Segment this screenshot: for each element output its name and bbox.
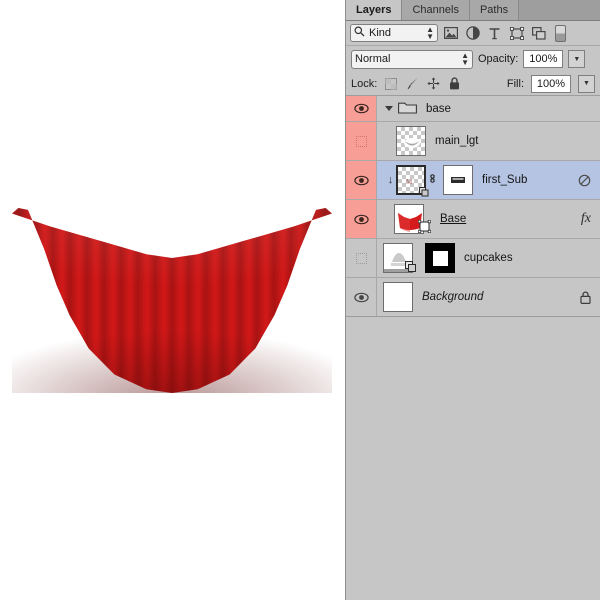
- tab-layers[interactable]: Layers: [346, 0, 402, 20]
- layer-thumbnail-wrap[interactable]: M: [396, 165, 426, 195]
- visibility-toggle[interactable]: [346, 122, 377, 160]
- lock-fill-row: Lock: Fill: 100% ▼: [346, 72, 600, 96]
- layer-mask-thumbnail[interactable]: [443, 165, 473, 195]
- layer-name[interactable]: Base: [440, 213, 466, 225]
- visibility-toggle[interactable]: [346, 278, 377, 316]
- wrapper-body-shape: [12, 208, 332, 393]
- search-icon: [354, 26, 365, 40]
- shape-layer-filter-icon[interactable]: [507, 24, 526, 43]
- fill-label: Fill:: [507, 78, 524, 90]
- layer-list: base main_lgt: [346, 96, 600, 317]
- vector-mask-badge-icon: [418, 220, 431, 233]
- chevron-updown-icon[interactable]: ▲▼: [426, 26, 434, 40]
- layer-filter-bar: Kind ▲▼: [346, 21, 600, 46]
- layer-name[interactable]: main_lgt: [435, 135, 478, 147]
- layer-name[interactable]: cupcakes: [464, 252, 513, 264]
- lock-label: Lock:: [351, 78, 377, 90]
- visibility-toggle[interactable]: [346, 200, 377, 238]
- smart-object-badge-icon: [419, 187, 429, 197]
- opacity-dropdown-button[interactable]: ▼: [568, 50, 585, 68]
- smart-object-filter-icon[interactable]: [529, 24, 548, 43]
- pixel-layer-filter-icon[interactable]: [441, 24, 460, 43]
- red-cupcake-wrapper-artwork: [12, 208, 332, 393]
- blend-mode-select[interactable]: Normal ▲▼: [351, 50, 473, 69]
- fill-input[interactable]: 100%: [531, 75, 571, 93]
- lock-image-pixels-icon[interactable]: [405, 77, 419, 91]
- document-canvas[interactable]: [0, 0, 345, 600]
- lock-transparency-icon[interactable]: [384, 77, 398, 91]
- opacity-input[interactable]: 100%: [523, 50, 563, 68]
- layer-row-base[interactable]: Base fx: [346, 200, 600, 239]
- layer-row-main-lgt[interactable]: main_lgt: [346, 122, 600, 161]
- layer-name[interactable]: first_Sub: [482, 174, 527, 186]
- opacity-label: Opacity:: [478, 53, 518, 65]
- tab-paths[interactable]: Paths: [470, 0, 519, 20]
- lock-all-icon[interactable]: [447, 77, 461, 91]
- eye-hidden-icon: [356, 253, 367, 264]
- blend-mode-value: Normal: [355, 53, 461, 65]
- layer-effects-fx-icon[interactable]: fx: [581, 211, 591, 227]
- lock-icon: [580, 291, 591, 304]
- filter-kind-label: Kind: [369, 27, 422, 39]
- visibility-toggle[interactable]: [346, 161, 377, 199]
- fill-dropdown-button[interactable]: ▼: [578, 75, 595, 93]
- layer-name[interactable]: Background: [422, 291, 483, 303]
- group-expand-triangle-icon[interactable]: [385, 106, 393, 111]
- link-layers-icon[interactable]: [426, 172, 438, 188]
- visibility-toggle[interactable]: [346, 239, 377, 277]
- transparent-glow-thumbnail[interactable]: [396, 126, 426, 156]
- layer-row-cupcakes[interactable]: cupcakes: [346, 239, 600, 278]
- layer-name[interactable]: base: [426, 103, 451, 115]
- eye-icon: [354, 292, 369, 303]
- clipping-mask-arrow-icon: ↓: [385, 174, 396, 186]
- eye-icon: [354, 214, 369, 225]
- layers-panel: Layers Channels Paths Kind ▲▼: [345, 0, 600, 600]
- filter-kind-select[interactable]: Kind ▲▼: [350, 24, 438, 42]
- layer-row-first-sub[interactable]: ↓ M first_Sub: [346, 161, 600, 200]
- vector-mask-indicator-icon[interactable]: [578, 174, 591, 187]
- visibility-toggle[interactable]: [346, 96, 377, 121]
- layer-thumbnail-wrap[interactable]: [383, 243, 413, 273]
- layer-row-background[interactable]: Background: [346, 278, 600, 317]
- type-layer-filter-icon[interactable]: [485, 24, 504, 43]
- photoshop-window: Layers Channels Paths Kind ▲▼: [0, 0, 600, 600]
- eye-icon: [354, 175, 369, 186]
- filter-toggle-switch[interactable]: [555, 25, 566, 42]
- blend-opacity-row: Normal ▲▼ Opacity: 100% ▼: [346, 46, 600, 72]
- layer-thumbnail-wrap[interactable]: [394, 204, 424, 234]
- white-background-thumbnail[interactable]: [383, 282, 413, 312]
- eye-icon: [354, 103, 369, 114]
- layer-row-base-group[interactable]: base: [346, 96, 600, 122]
- folder-icon: [398, 100, 417, 117]
- smart-object-badge-icon: [405, 261, 417, 273]
- tab-channels[interactable]: Channels: [402, 0, 469, 20]
- svg-text:M: M: [406, 178, 413, 186]
- black-white-mask-thumbnail[interactable]: [425, 243, 455, 273]
- adjustment-layer-filter-icon[interactable]: [463, 24, 482, 43]
- lock-position-icon[interactable]: [426, 77, 440, 91]
- eye-hidden-icon: [356, 136, 367, 147]
- layer-thumbnail-wrap[interactable]: [396, 126, 426, 156]
- chevron-updown-icon[interactable]: ▲▼: [461, 52, 469, 66]
- panel-tab-bar: Layers Channels Paths: [346, 0, 600, 21]
